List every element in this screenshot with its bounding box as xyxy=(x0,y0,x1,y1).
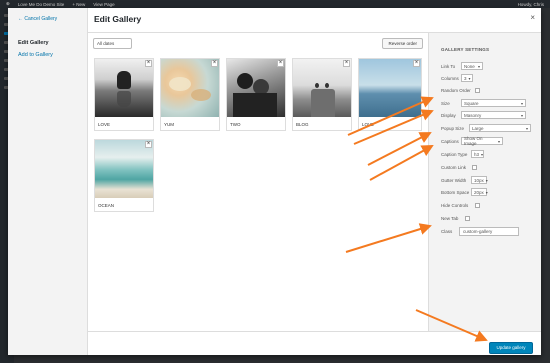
columns-row: Columns 3 xyxy=(441,73,473,83)
modal-title: Edit Gallery xyxy=(94,14,142,24)
caption-label: TWO xyxy=(230,122,241,127)
reverse-order-button[interactable]: Reverse order xyxy=(382,38,423,49)
settings-heading: Gallery Settings xyxy=(441,47,490,52)
site-name[interactable]: Love Me Do Demo Site xyxy=(18,2,65,7)
caption-label: YUM xyxy=(164,122,174,127)
link-to-row: Link To None xyxy=(441,61,483,71)
bottom-space-select[interactable]: 20px xyxy=(471,188,487,196)
cancel-gallery-link[interactable]: ← Cancel Gallery xyxy=(8,16,87,22)
captions-row: Captions Show On Image xyxy=(441,136,503,146)
gallery-settings-panel: Gallery Settings Link To None Columns 3 … xyxy=(428,33,541,331)
custom-link-row: Custom Link xyxy=(441,162,477,172)
remove-icon[interactable]: × xyxy=(343,60,350,67)
wp-logo-icon[interactable]: ⊕ xyxy=(6,1,10,7)
thumbnail-image xyxy=(161,59,219,117)
class-input[interactable]: custom-gallery xyxy=(459,226,519,236)
gallery-item[interactable]: × OCEAN xyxy=(94,139,154,212)
date-filter-select[interactable]: All dates xyxy=(93,38,132,49)
bottom-space-row: Bottom Space 20px xyxy=(441,187,487,197)
modal-footer: Update gallery xyxy=(88,331,541,355)
remove-icon[interactable]: × xyxy=(277,60,284,67)
hide-controls-row: Hide Controls xyxy=(441,200,480,210)
thumbnail-image xyxy=(95,140,153,198)
hide-controls-label: Hide Controls xyxy=(441,202,469,208)
custom-link-checkbox[interactable] xyxy=(472,164,477,170)
size-label: Size xyxy=(441,100,450,106)
thumbnail-image xyxy=(227,59,285,117)
size-select[interactable]: Square xyxy=(461,99,526,107)
display-row: Display Masonry xyxy=(441,110,526,120)
howdy-user[interactable]: Howdy, Chris xyxy=(518,2,544,7)
thumbnail-image xyxy=(95,59,153,117)
link-to-select[interactable]: None xyxy=(461,62,483,70)
caption-label: LOVE xyxy=(98,122,111,127)
random-order-label: Random Order xyxy=(441,87,471,93)
link-to-label: Link To xyxy=(441,63,456,69)
thumbnail-image xyxy=(293,59,351,117)
thumbnail-image xyxy=(359,59,421,117)
menu-item-edit-gallery[interactable]: Edit Gallery xyxy=(8,37,87,49)
hide-controls-checkbox[interactable] xyxy=(475,202,480,208)
bottom-space-label: Bottom Space xyxy=(441,189,470,195)
modal-menu: ← Cancel Gallery Edit Gallery Add to Gal… xyxy=(8,8,88,355)
gallery-item[interactable]: × TWO xyxy=(226,58,286,131)
view-page-link[interactable]: View Page xyxy=(93,2,114,7)
remove-icon[interactable]: × xyxy=(145,60,152,67)
caption-type-select[interactable]: h3 xyxy=(471,150,484,158)
size-row: Size Square xyxy=(441,98,526,108)
menu-item-add-to-gallery[interactable]: Add to Gallery xyxy=(8,49,87,61)
new-tab-label: New Tab xyxy=(441,215,459,221)
popup-size-row: Popup Size Large xyxy=(441,123,531,133)
new-tab-checkbox[interactable] xyxy=(465,215,470,221)
gutter-width-row: Gutter Width 10px xyxy=(441,175,487,185)
admin-bar: ⊕ Love Me Do Demo Site + New View Page H… xyxy=(0,0,550,8)
custom-link-label: Custom Link xyxy=(441,164,467,170)
caption-type-label: Caption Type xyxy=(441,151,468,157)
random-order-checkbox[interactable] xyxy=(475,87,480,93)
display-select[interactable]: Masonry xyxy=(461,111,526,119)
popup-size-label: Popup Size xyxy=(441,125,465,131)
gutter-width-label: Gutter Width xyxy=(441,177,467,183)
remove-icon[interactable]: × xyxy=(413,60,420,67)
caption-label: BLOG xyxy=(296,122,309,127)
gallery-item[interactable]: × LOVE xyxy=(94,58,154,131)
remove-icon[interactable]: × xyxy=(211,60,218,67)
gallery-item[interactable]: × BLOG xyxy=(292,58,352,131)
gallery-item[interactable]: × YUM xyxy=(160,58,220,131)
caption-label: LOVE xyxy=(362,122,375,127)
columns-select[interactable]: 3 xyxy=(461,74,473,82)
gallery-attachments: All dates Reverse order × LOVE × YUM × T… xyxy=(88,33,428,331)
caption-type-row: Caption Type h3 xyxy=(441,149,484,159)
media-modal: ← Cancel Gallery Edit Gallery Add to Gal… xyxy=(8,8,541,355)
gallery-item[interactable]: × LOVE xyxy=(358,58,422,131)
captions-label: Captions xyxy=(441,138,459,144)
class-label: Class xyxy=(441,228,453,234)
remove-icon[interactable]: × xyxy=(145,141,152,148)
display-label: Display xyxy=(441,112,456,118)
new-link[interactable]: + New xyxy=(72,2,85,7)
class-row: Class custom-gallery xyxy=(441,226,519,236)
update-gallery-button[interactable]: Update gallery xyxy=(489,342,533,354)
random-order-row: Random Order xyxy=(441,85,480,95)
columns-label: Columns xyxy=(441,75,459,81)
gutter-width-select[interactable]: 10px xyxy=(471,176,487,184)
caption-label: OCEAN xyxy=(98,203,115,208)
captions-select[interactable]: Show On Image xyxy=(461,136,503,146)
popup-size-select[interactable]: Large xyxy=(469,124,531,132)
close-icon[interactable]: × xyxy=(530,13,535,22)
new-tab-row: New Tab xyxy=(441,213,470,223)
